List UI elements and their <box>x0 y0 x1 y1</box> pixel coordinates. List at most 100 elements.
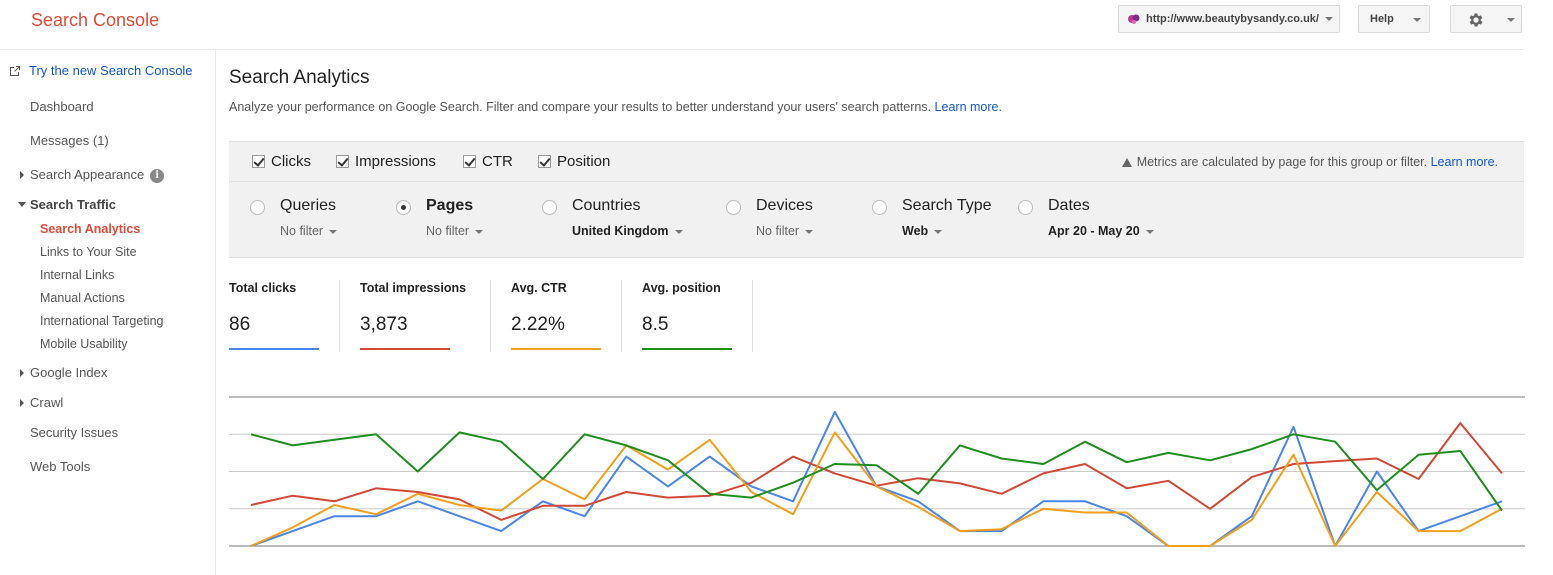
filter-value: No filter <box>756 224 800 238</box>
expand-arrow-icon <box>20 399 24 407</box>
stat-color-bar <box>511 348 601 350</box>
checkbox-label: Impressions <box>355 153 436 170</box>
sidebar-item-dashboard[interactable]: Dashboard <box>30 99 94 114</box>
try-new-console-label: Try the new Search Console <box>29 63 193 78</box>
filter-label: Queries <box>280 197 337 214</box>
stat-divider <box>490 280 491 352</box>
sidebar-item-label: Search Appearance <box>30 167 145 182</box>
chevron-down-icon <box>1507 18 1515 22</box>
radio-unselected-icon[interactable] <box>726 200 741 215</box>
filter-value: United Kingdom <box>572 224 669 238</box>
filter-value-dropdown[interactable]: No filter <box>280 224 338 238</box>
property-selector[interactable]: http://www.beautybysandy.co.uk/ <box>1118 5 1340 33</box>
sidebar-item-crawl[interactable]: Crawl <box>20 395 64 410</box>
warning-icon <box>1121 158 1132 167</box>
learn-more-link[interactable]: Learn more. <box>935 100 1002 114</box>
performance-line-chart[interactable] <box>229 392 1525 552</box>
stat-divider <box>621 280 622 352</box>
checkbox-label: Clicks <box>271 153 311 170</box>
gear-icon <box>1469 13 1483 27</box>
filter-value-dropdown[interactable]: Web <box>902 224 943 238</box>
checkbox-label: CTR <box>482 153 513 170</box>
filter-value-dropdown[interactable]: Apr 20 - May 20 <box>1048 224 1154 238</box>
settings-button[interactable] <box>1450 5 1522 33</box>
filter-label: Pages <box>426 197 474 214</box>
stat-value: 8.5 <box>642 314 669 335</box>
page-description: Analyze your performance on Google Searc… <box>229 100 1002 114</box>
chart-series-line-0[interactable] <box>250 410 1503 547</box>
ctr-checkbox[interactable]: CTR <box>463 153 513 170</box>
stat-value: 2.22% <box>511 314 565 335</box>
clicks-checkbox[interactable]: Clicks <box>252 153 311 170</box>
sidebar-item-links-to-your-site[interactable]: Links to Your Site <box>40 245 137 259</box>
stat-divider <box>339 280 340 352</box>
filter-value: No filter <box>426 224 470 238</box>
radio-unselected-icon[interactable] <box>1018 200 1033 215</box>
metrics-note-text: Metrics are calculated by page for this … <box>1136 155 1428 169</box>
sidebar-item-security-issues[interactable]: Security Issues <box>30 425 118 440</box>
property-url: http://www.beautybysandy.co.uk/ <box>1146 13 1319 25</box>
external-link-icon <box>10 65 20 76</box>
stat-color-bar <box>229 348 319 350</box>
sidebar-item-search-traffic[interactable]: Search Traffic <box>18 197 116 212</box>
stat-value: 86 <box>229 314 251 335</box>
chevron-down-icon <box>934 229 943 234</box>
filter-label: Dates <box>1048 197 1090 214</box>
expand-arrow-icon <box>20 369 24 377</box>
metrics-learn-more-link[interactable]: Learn more. <box>1431 155 1498 169</box>
filter-value-dropdown[interactable]: No filter <box>756 224 814 238</box>
radio-unselected-icon[interactable] <box>542 200 557 215</box>
stat-label: Avg. position <box>642 281 721 295</box>
checkbox-checked-icon <box>463 155 476 168</box>
chevron-down-icon <box>674 229 683 234</box>
stat-value: 3,873 <box>360 314 408 335</box>
sidebar-item-mobile-usability[interactable]: Mobile Usability <box>40 337 128 351</box>
chevron-down-icon <box>1145 229 1154 234</box>
radio-selected-icon[interactable] <box>396 200 411 215</box>
description-text: Analyze your performance on Google Searc… <box>229 100 932 114</box>
chevron-down-icon <box>1413 18 1421 22</box>
sidebar-item-label: Crawl <box>30 395 64 410</box>
sidebar-item-label: Search Traffic <box>30 197 116 212</box>
checkbox-checked-icon <box>252 155 265 168</box>
filter-value-dropdown[interactable]: No filter <box>426 224 484 238</box>
sidebar: Try the new Search Console Dashboard Mes… <box>0 50 216 575</box>
header-divider <box>0 49 1524 50</box>
stat-divider <box>752 280 753 352</box>
radio-unselected-icon[interactable] <box>250 200 265 215</box>
stat-label: Total clicks <box>229 281 297 295</box>
sidebar-item-manual-actions[interactable]: Manual Actions <box>40 291 125 305</box>
stat-color-bar <box>360 348 450 350</box>
checkbox-checked-icon <box>538 155 551 168</box>
sidebar-item-internal-links[interactable]: Internal Links <box>40 268 114 282</box>
filters-toolbar: Queries No filter Pages No filter Countr… <box>229 182 1524 258</box>
metrics-note: Metrics are calculated by page for this … <box>1121 155 1498 169</box>
sidebar-item-label: Google Index <box>30 365 108 380</box>
impressions-checkbox[interactable]: Impressions <box>336 153 436 170</box>
filter-value-dropdown[interactable]: United Kingdom <box>572 224 683 238</box>
sidebar-item-google-index[interactable]: Google Index <box>20 365 108 380</box>
chevron-down-icon <box>475 229 484 234</box>
app-brand-title[interactable]: Search Console <box>31 10 159 31</box>
stat-label: Avg. CTR <box>511 281 567 295</box>
filter-value: Web <box>902 224 929 238</box>
help-button[interactable]: Help <box>1358 5 1430 33</box>
radio-unselected-icon[interactable] <box>872 200 887 215</box>
filter-label: Search Type <box>902 197 992 214</box>
info-icon[interactable]: i <box>150 168 165 183</box>
position-checkbox[interactable]: Position <box>538 153 610 170</box>
sidebar-item-search-analytics[interactable]: Search Analytics <box>40 222 140 236</box>
checkbox-label: Position <box>557 153 611 170</box>
chevron-down-icon <box>329 229 338 234</box>
help-label: Help <box>1370 13 1394 25</box>
chevron-down-icon <box>805 229 814 234</box>
sidebar-item-web-tools[interactable]: Web Tools <box>30 459 90 474</box>
sidebar-item-messages[interactable]: Messages (1) <box>30 133 109 148</box>
chevron-down-icon <box>1324 17 1333 21</box>
page-title: Search Analytics <box>229 67 370 88</box>
stat-label: Total impressions <box>360 281 467 295</box>
try-new-console-link[interactable]: Try the new Search Console <box>9 63 193 78</box>
collapse-arrow-icon <box>18 202 26 207</box>
sidebar-item-search-appearance[interactable]: Search Appearance i <box>20 167 165 183</box>
sidebar-item-international-targeting[interactable]: International Targeting <box>40 314 163 328</box>
